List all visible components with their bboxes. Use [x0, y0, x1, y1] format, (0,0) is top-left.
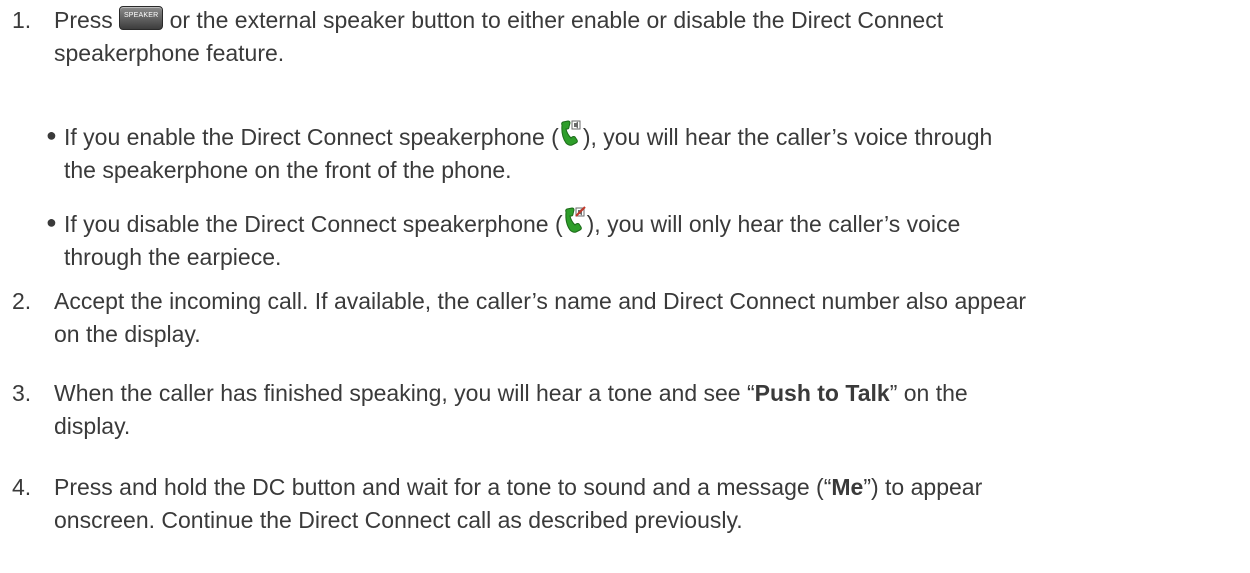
me-label: Me	[831, 474, 864, 500]
speaker-key-icon: SPEAKER	[119, 6, 164, 30]
step-text-part: Press and hold the DC button and wait fo…	[54, 474, 832, 500]
step-text-line: speakerphone feature.	[54, 40, 285, 66]
step-text-line: Accept the incoming call. If available, …	[54, 288, 1027, 314]
step-text: When the caller has finished speaking, y…	[54, 377, 1244, 443]
step-text: Accept the incoming call. If available, …	[54, 285, 1244, 351]
bullet-text: If you enable the Direct Connect speaker…	[64, 119, 1194, 187]
step-text: Press and hold the DC button and wait fo…	[54, 471, 1244, 537]
bullet-text-part: If you disable the Direct Connect speake…	[64, 211, 563, 237]
step-number: 1.	[12, 7, 32, 33]
bullet-text-line: the speakerphone on the front of the pho…	[64, 157, 512, 183]
speakerphone-off-icon	[564, 206, 586, 233]
step-number: 4.	[12, 474, 32, 500]
step-text-part: ”) to appear	[863, 474, 983, 500]
bullet-text-part: ), you will only hear the caller’s voice	[586, 211, 961, 237]
bullet-dot: ●	[46, 125, 57, 145]
bullet-text: If you disable the Direct Connect speake…	[64, 206, 1194, 274]
step-text-part: or the external speaker button to either…	[169, 7, 944, 33]
step-text-part: Press	[54, 7, 113, 33]
push-to-talk-label: Push to Talk	[754, 380, 890, 406]
step-text-line: onscreen. Continue the Direct Connect ca…	[54, 507, 743, 533]
step-number: 2.	[12, 288, 32, 314]
speaker-key-label: SPEAKER	[123, 12, 159, 19]
speakerphone-on-icon	[560, 120, 581, 146]
step-text-part: ” on the	[889, 380, 968, 406]
step-text-line: on the display.	[54, 321, 201, 347]
bullet-text-part: If you enable the Direct Connect speaker…	[64, 124, 559, 150]
step-text-part: When the caller has finished speaking, y…	[54, 380, 755, 406]
bullet-text-line: through the earpiece.	[64, 244, 282, 270]
instruction-document: 1. Press SPEAKER or the external speaker…	[0, 0, 1250, 573]
step-number: 3.	[12, 380, 32, 406]
step-text: Press SPEAKER or the external speaker bu…	[54, 4, 1244, 70]
step-text-line: display.	[54, 413, 131, 439]
bullet-dot: ●	[46, 212, 57, 232]
bullet-text-part: ), you will hear the caller’s voice thro…	[582, 124, 993, 150]
